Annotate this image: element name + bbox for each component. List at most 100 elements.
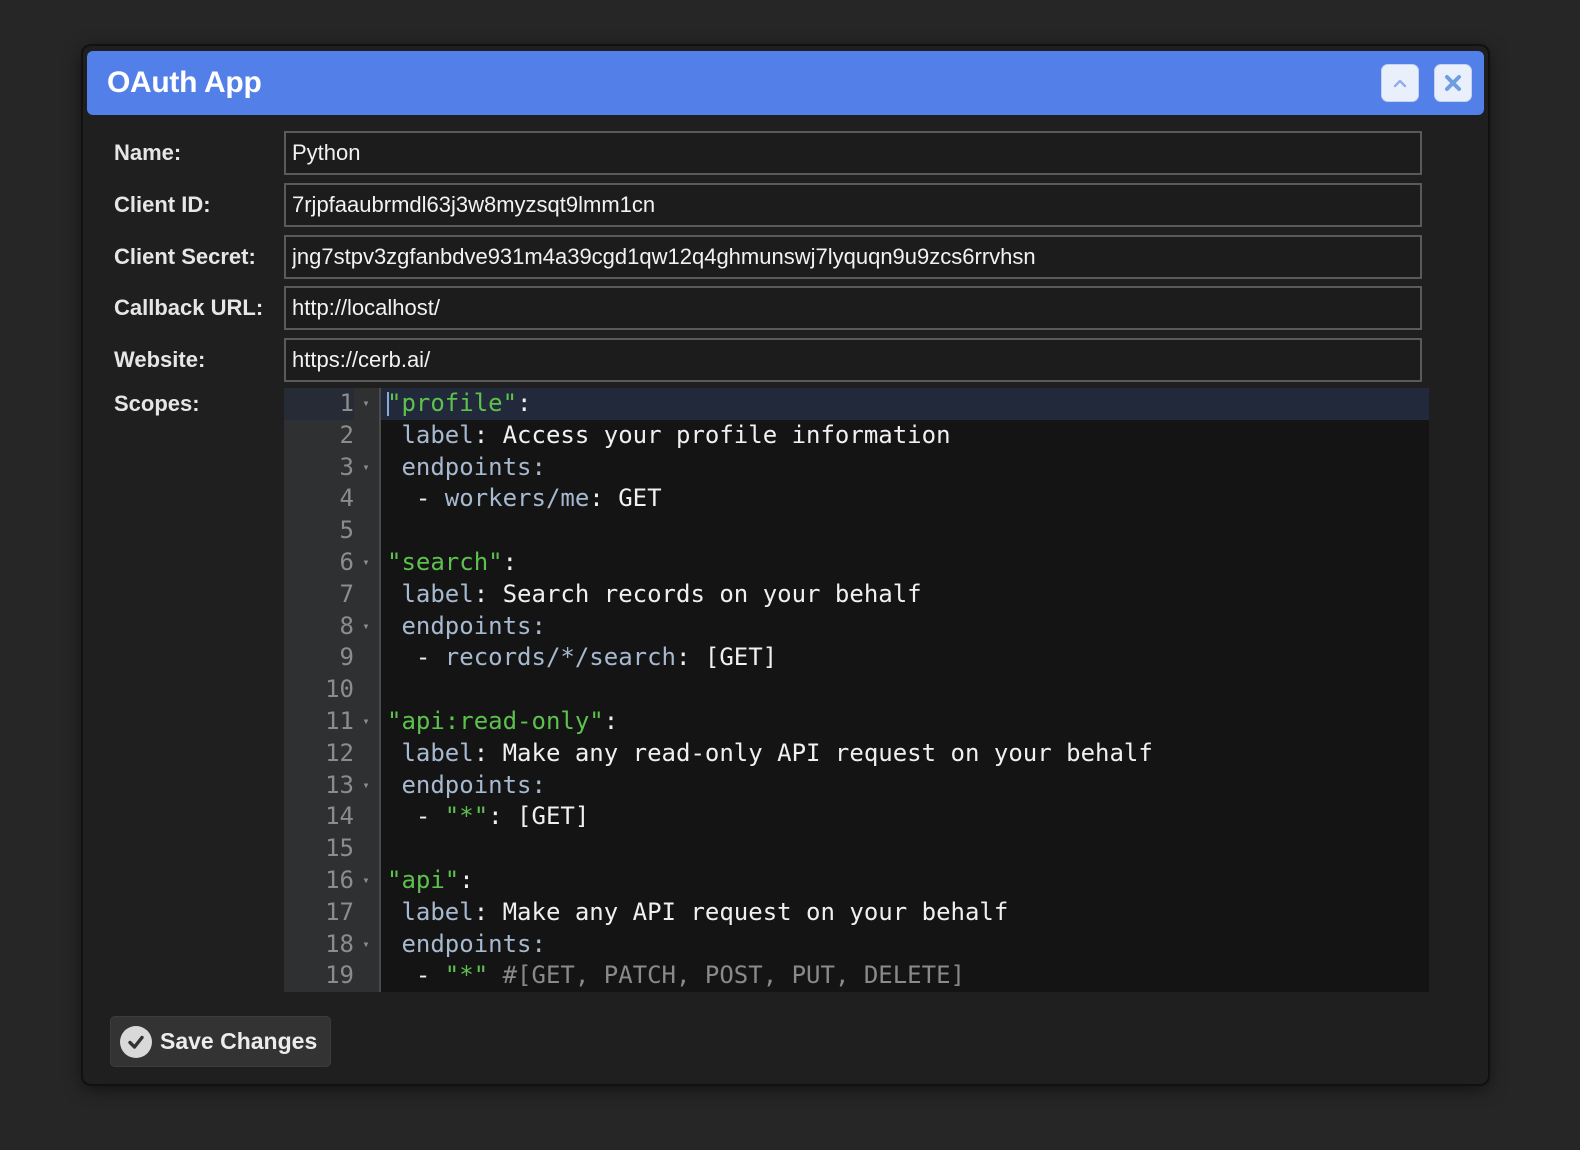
line-code: "api":: [381, 865, 1429, 897]
code-token: :: [603, 707, 619, 735]
editor-line[interactable]: 1 ▾ "profile":: [284, 388, 1429, 420]
line-number: 15: [325, 834, 354, 863]
check-circle-icon: [120, 1025, 152, 1058]
editor-line[interactable]: 16 ▾ "api":: [284, 865, 1429, 897]
editor-line[interactable]: 13 ▾ endpoints:: [284, 770, 1429, 802]
fold-toggle-icon[interactable]: ▾: [360, 547, 372, 579]
line-number: 11: [325, 707, 354, 735]
code-token: workers/me: [444, 484, 590, 513]
editor-line[interactable]: 9 - records/*/search: [GET]: [284, 642, 1429, 674]
line-code: label: Search records on your behalf: [381, 579, 1429, 611]
fold-toggle-icon[interactable]: ▾: [360, 929, 372, 961]
editor-line[interactable]: 12 label: Make any read-only API request…: [284, 738, 1429, 770]
line-number: 13: [325, 770, 354, 799]
line-code: label: Access your profile information: [381, 420, 1429, 452]
editor-line[interactable]: 2 label: Access your profile information: [284, 420, 1429, 452]
code-token: label: [387, 897, 474, 926]
line-number: 19: [325, 961, 354, 990]
dialog-titlebar[interactable]: OAuth App: [87, 51, 1484, 115]
code-token: label: [387, 420, 474, 449]
code-token: -: [387, 961, 445, 990]
line-number: 5: [339, 516, 354, 545]
editor-line[interactable]: 14 - "*": [GET]: [284, 801, 1429, 833]
line-number: 4: [339, 484, 354, 513]
website-input[interactable]: [284, 338, 1422, 382]
fold-toggle-icon[interactable]: ▾: [360, 452, 372, 484]
editor-line[interactable]: 6 ▾ "search":: [284, 547, 1429, 579]
line-code: [381, 833, 1429, 865]
editor-line[interactable]: 11 ▾ "api:read-only":: [284, 706, 1429, 738]
editor-line[interactable]: 18 ▾ endpoints:: [284, 929, 1429, 961]
line-number: 9: [339, 643, 354, 672]
code-token: :: [517, 389, 532, 417]
line-code: endpoints:: [381, 770, 1429, 802]
callback-url-label: Callback URL:: [114, 295, 264, 320]
code-token: #[GET, PATCH, POST, PUT, DELETE]: [488, 961, 965, 990]
save-changes-button[interactable]: Save Changes: [110, 1016, 331, 1067]
client-secret-label: Client Secret:: [114, 244, 256, 269]
line-number: 8: [339, 611, 354, 640]
line-number: 6: [339, 548, 354, 576]
fold-toggle-icon[interactable]: ▾: [360, 706, 372, 738]
code-token: endpoints: [387, 929, 532, 958]
code-token: -: [387, 484, 445, 513]
code-token: label: [387, 738, 474, 767]
line-number: 7: [339, 579, 354, 608]
client-id-input[interactable]: [284, 183, 1422, 227]
line-code: [381, 515, 1429, 547]
fold-toggle-icon[interactable]: ▾: [360, 770, 372, 802]
oauth-app-dialog: OAuth App Name: Client ID: Client Secret…: [83, 46, 1488, 1084]
line-number: 3: [339, 452, 354, 481]
line-code: [381, 674, 1429, 706]
line-number: 10: [325, 675, 354, 704]
editor-line[interactable]: 4 - workers/me: GET: [284, 483, 1429, 515]
line-number: 18: [325, 929, 354, 958]
line-code: - records/*/search: [GET]: [381, 642, 1429, 674]
code-token: : Access your profile information: [473, 420, 951, 449]
code-token: :: [531, 611, 546, 640]
editor-line[interactable]: 10: [284, 674, 1429, 706]
code-token: "api:read-only": [387, 707, 604, 735]
editor-line[interactable]: 19 - "*" #[GET, PATCH, POST, PUT, DELETE…: [284, 960, 1429, 992]
code-token: : Make any read-only API request on your…: [473, 738, 1153, 767]
line-code: label: Make any read-only API request on…: [381, 738, 1429, 770]
editor-line[interactable]: 17 label: Make any API request on your b…: [284, 897, 1429, 929]
code-token: : GET: [589, 484, 662, 513]
code-token: endpoints: [387, 770, 532, 799]
fold-toggle-icon[interactable]: ▾: [360, 611, 372, 643]
line-code: "search":: [381, 547, 1429, 579]
scopes-code-editor[interactable]: 1 ▾ "profile": 2 label: Access your profile…: [284, 388, 1429, 992]
client-secret-input[interactable]: [284, 235, 1422, 279]
save-changes-label: Save Changes: [160, 1028, 318, 1054]
fold-toggle-icon[interactable]: ▾: [360, 865, 372, 897]
close-icon: [1445, 75, 1461, 91]
code-token: "*": [444, 961, 489, 990]
editor-line[interactable]: 7 label: Search records on your behalf: [284, 579, 1429, 611]
editor-line[interactable]: 8 ▾ endpoints:: [284, 611, 1429, 643]
editor-line[interactable]: 5: [284, 515, 1429, 547]
code-token: :: [531, 770, 546, 799]
line-number: 16: [325, 866, 354, 894]
code-token: : [GET]: [488, 802, 590, 831]
callback-url-input[interactable]: [284, 286, 1422, 330]
collapse-button[interactable]: [1381, 64, 1419, 102]
code-token: endpoints: [387, 611, 532, 640]
code-token: :: [531, 452, 546, 481]
line-code: endpoints:: [381, 929, 1429, 961]
code-token: : [GET]: [675, 643, 778, 672]
code-token: :: [459, 866, 474, 894]
chevron-up-icon: [1393, 79, 1407, 88]
fold-toggle-icon[interactable]: ▾: [360, 388, 372, 420]
line-code: endpoints:: [381, 611, 1429, 643]
line-code: "api:read-only":: [381, 706, 1429, 738]
close-button[interactable]: [1434, 64, 1472, 102]
line-number: 12: [325, 738, 354, 767]
code-token: "profile": [387, 389, 518, 417]
text-cursor: [387, 392, 389, 416]
code-token: -: [387, 643, 445, 672]
editor-line[interactable]: 15: [284, 833, 1429, 865]
name-input[interactable]: [284, 131, 1422, 175]
editor-line[interactable]: 3 ▾ endpoints:: [284, 452, 1429, 484]
client-id-label: Client ID:: [114, 192, 211, 217]
scopes-label: Scopes:: [114, 391, 200, 416]
